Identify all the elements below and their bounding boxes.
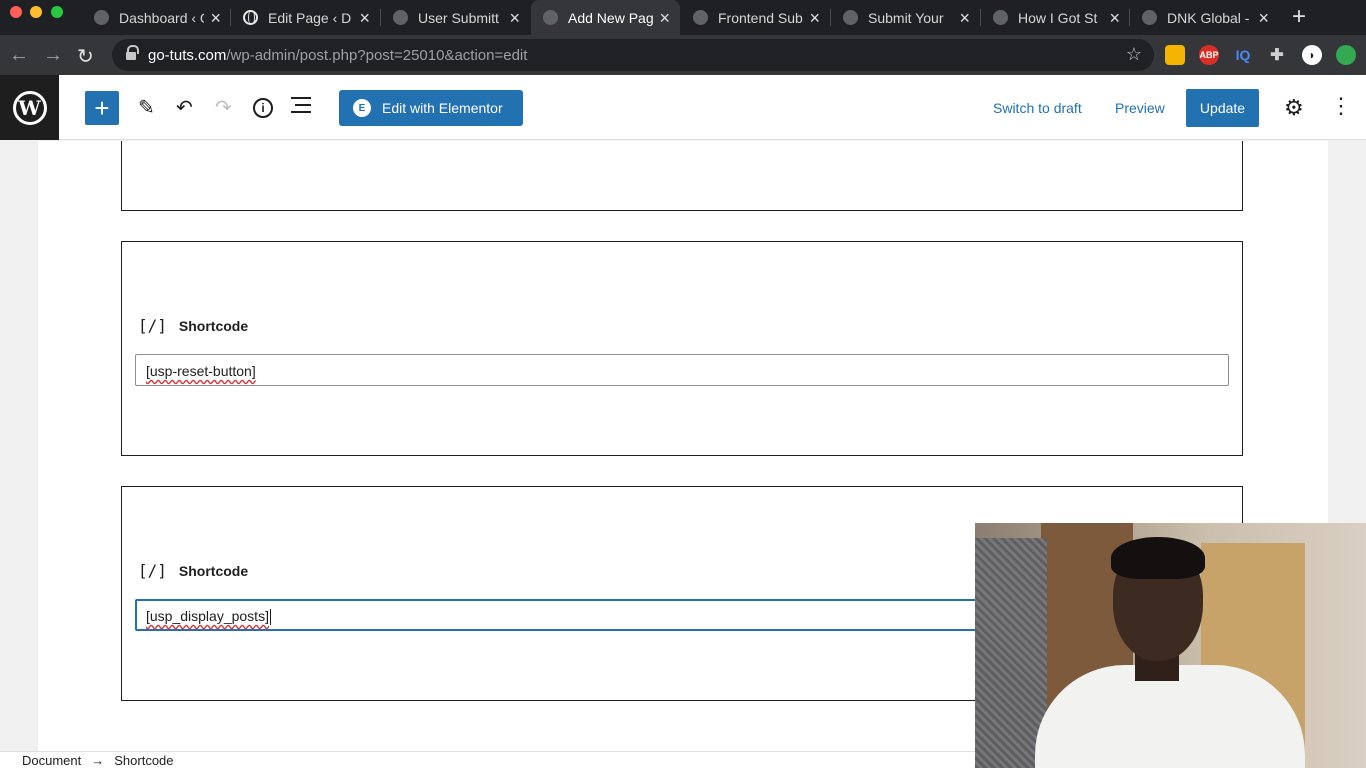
back-arrow-icon[interactable]: ←	[9, 44, 29, 67]
settings-gear-icon[interactable]: ⚙	[1284, 95, 1304, 121]
close-tab-icon[interactable]: ×	[959, 9, 970, 27]
shortcode-input[interactable]: [usp-reset-button]	[135, 354, 1229, 386]
shortcode-icon: [/]	[138, 561, 167, 580]
extensions-puzzle-icon[interactable]: ✚	[1267, 45, 1287, 65]
browser-tab-dashboard[interactable]: Dashboard ‹ G ×	[82, 0, 231, 35]
info-icon[interactable]: i	[253, 98, 273, 118]
reload-icon[interactable]: ↻	[77, 44, 94, 69]
profile-avatar-icon[interactable]	[1336, 45, 1356, 65]
browser-tab-how-i-got[interactable]: How I Got St ×	[981, 0, 1130, 35]
webcam-overlay	[975, 523, 1366, 768]
wordpress-favicon-icon	[1142, 10, 1157, 25]
undo-icon[interactable]: ↶	[176, 95, 193, 120]
breadcrumb-shortcode[interactable]: Shortcode	[114, 753, 173, 768]
close-tab-icon[interactable]: ×	[210, 9, 221, 27]
browser-tab-user-submitted[interactable]: User Submitt ×	[381, 0, 530, 35]
webcam-presenter-hair	[1111, 537, 1205, 579]
breadcrumb-separator: →	[91, 752, 105, 768]
browser-tab-add-new-page[interactable]: Add New Pag ×	[531, 0, 680, 35]
shield-extension-icon[interactable]: ◗	[1302, 45, 1322, 65]
maximize-window-button[interactable]	[51, 6, 63, 18]
browser-tab-frontend-submit[interactable]: Frontend Sub ×	[681, 0, 830, 35]
close-tab-icon[interactable]: ×	[359, 9, 370, 27]
forward-arrow-icon[interactable]: →	[43, 44, 63, 67]
extension-notes-icon[interactable]	[1165, 45, 1185, 65]
wordpress-favicon-icon	[393, 10, 408, 25]
editor-header: + ✎ ↶ ↷ i E Edit with Elementor Switch t…	[59, 75, 1366, 140]
browser-tab-dnk-global[interactable]: DNK Global - ×	[1130, 0, 1279, 35]
close-tab-icon[interactable]: ×	[809, 9, 820, 27]
close-tab-icon[interactable]: ×	[509, 9, 520, 27]
shortcode-block-label: [/] Shortcode	[138, 561, 249, 580]
switch-to-draft-button[interactable]: Switch to draft	[993, 100, 1082, 116]
wordpress-favicon-icon	[993, 10, 1008, 25]
update-button[interactable]: Update	[1186, 89, 1259, 127]
wordpress-favicon-icon	[693, 10, 708, 25]
lock-icon	[126, 45, 139, 61]
globe-icon	[243, 10, 258, 25]
minimize-window-button[interactable]	[30, 6, 42, 18]
url-bar[interactable]: go-tuts.com/wp-admin/post.php?post=25010…	[112, 39, 1154, 71]
browser-address-bar: ← → ↻ go-tuts.com/wp-admin/post.php?post…	[0, 35, 1366, 75]
list-view-icon[interactable]	[291, 97, 311, 118]
close-tab-icon[interactable]: ×	[1109, 9, 1120, 27]
shortcode-icon: [/]	[138, 316, 167, 335]
wordpress-logo-button[interactable]: W	[0, 75, 59, 140]
bookmark-star-icon[interactable]: ☆	[1126, 44, 1142, 65]
edit-pencil-icon[interactable]: ✎	[138, 95, 155, 120]
close-tab-icon[interactable]: ×	[1258, 9, 1269, 27]
close-tab-icon[interactable]: ×	[659, 9, 670, 27]
edit-with-elementor-button[interactable]: E Edit with Elementor	[339, 90, 523, 126]
browser-tab-bar: Dashboard ‹ G × Edit Page ‹ D × User Sub…	[0, 0, 1366, 35]
more-options-icon[interactable]: ⋮	[1330, 93, 1352, 119]
close-window-button[interactable]	[10, 6, 22, 18]
browser-tab-edit-page[interactable]: Edit Page ‹ D ×	[231, 0, 380, 35]
wordpress-favicon-icon	[543, 10, 558, 25]
wordpress-favicon-icon	[94, 10, 109, 25]
iq-extension-icon[interactable]: IQ	[1233, 45, 1253, 65]
adblock-plus-icon[interactable]: ABP	[1199, 45, 1219, 65]
preview-button[interactable]: Preview	[1115, 100, 1165, 116]
add-block-button[interactable]: +	[85, 91, 119, 125]
new-tab-button[interactable]: +	[1292, 3, 1306, 31]
elementor-icon: E	[353, 99, 371, 117]
redo-icon[interactable]: ↷	[215, 95, 232, 120]
wordpress-favicon-icon	[843, 10, 858, 25]
breadcrumb-document[interactable]: Document	[22, 753, 81, 768]
webcam-chair	[975, 538, 1047, 768]
shortcode-block[interactable]: [/] Shortcode [usp-reset-button]	[121, 241, 1243, 456]
shortcode-block-label: [/] Shortcode	[138, 316, 249, 335]
browser-tab-submit-your[interactable]: Submit Your ×	[831, 0, 980, 35]
text-caret	[269, 609, 271, 626]
wordpress-logo-icon: W	[12, 90, 47, 125]
previous-block[interactable]	[121, 141, 1243, 211]
